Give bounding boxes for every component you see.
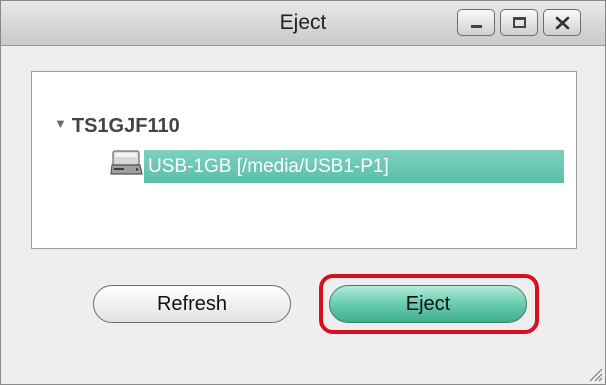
device-tree-node[interactable]: ▼ TS1GJF110 [54,115,180,139]
device-tree-panel: ▼ TS1GJF110 USB-1GB [/media/USB1-P1] [31,71,577,249]
minimize-icon [471,25,482,28]
triangle-down-icon[interactable]: ▼ [54,116,67,131]
device-name: TS1GJF110 [71,115,180,137]
volume-label: USB-1GB [/media/USB1-P1] [144,150,564,183]
refresh-button[interactable]: Refresh [93,285,291,323]
eject-dialog: Eject ▼ TS1GJF110 USB-1GB [/media/USB1-P… [0,0,606,385]
eject-highlight-outline [319,274,539,334]
close-icon [555,16,570,30]
close-button[interactable] [543,9,581,36]
minimize-button[interactable] [457,9,495,36]
drive-icon [110,150,143,175]
maximize-icon [513,17,526,28]
resize-grip-icon[interactable] [587,366,603,382]
maximize-button[interactable] [500,9,538,36]
volume-tree-item[interactable]: USB-1GB [/media/USB1-P1] [110,148,566,184]
title-bar[interactable]: Eject [1,1,605,46]
